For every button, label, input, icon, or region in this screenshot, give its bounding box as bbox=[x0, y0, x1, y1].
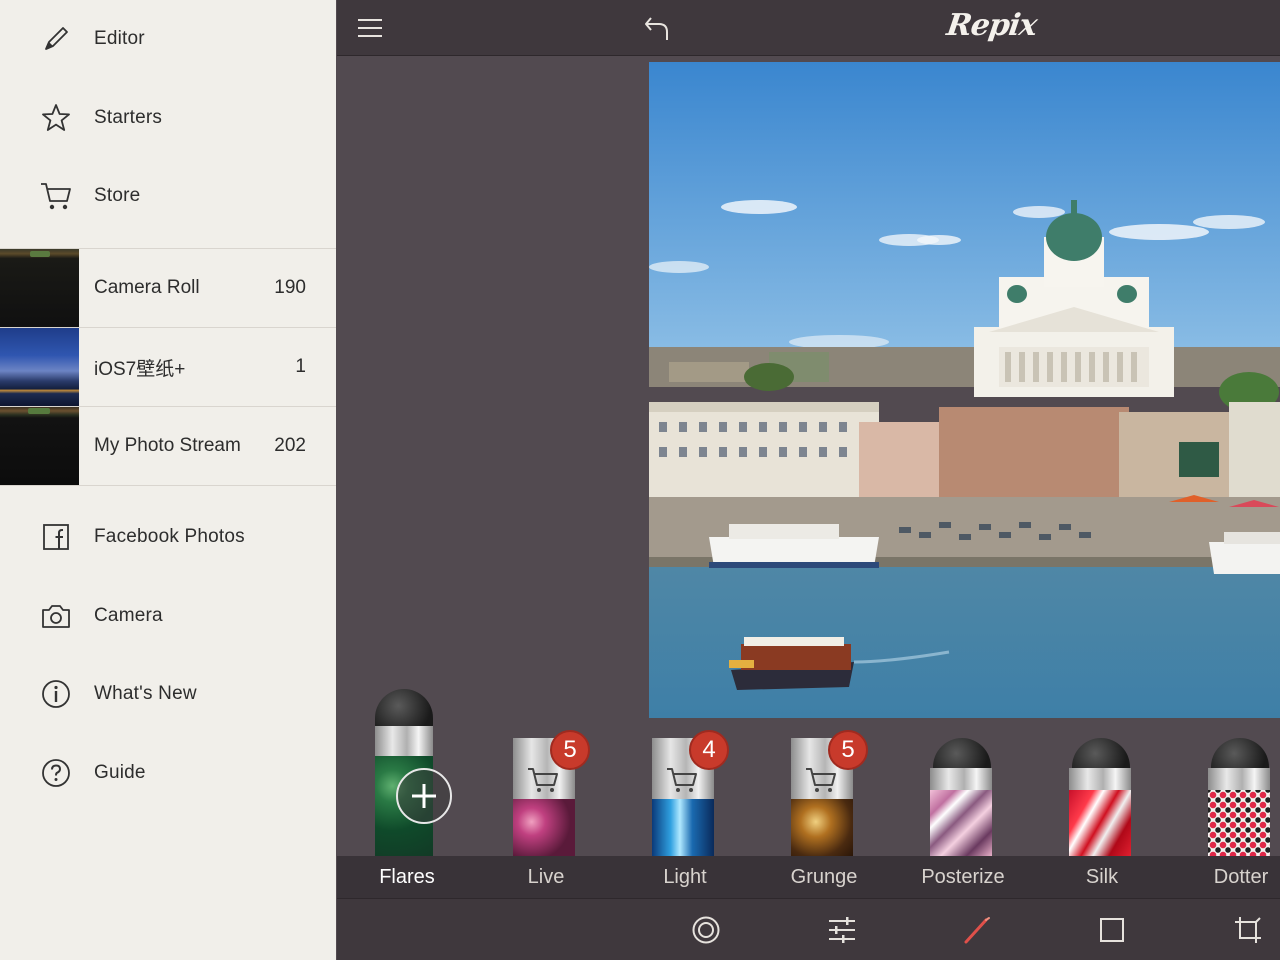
album-label: iOS7壁纸+ bbox=[94, 358, 186, 380]
sidebar-item-starters[interactable]: Starters bbox=[0, 79, 336, 157]
brush-badge: 5 bbox=[828, 730, 868, 770]
album-count: 190 bbox=[274, 277, 306, 298]
brush-shelf: Flares 5 Live 4 Light 5 Grunge Posterize… bbox=[337, 686, 1280, 898]
brush-posterize[interactable]: Posterize bbox=[893, 686, 1033, 898]
sidebar-item-camera[interactable]: Camera bbox=[0, 577, 336, 655]
brush-badge: 4 bbox=[689, 730, 729, 770]
brush-body bbox=[513, 799, 575, 856]
sidebar-item-facebook-photos[interactable]: Facebook Photos bbox=[0, 498, 336, 576]
bottom-toolbar bbox=[337, 898, 1280, 960]
sidebar-item-label: Facebook Photos bbox=[94, 526, 245, 547]
frame-icon[interactable] bbox=[1095, 913, 1129, 947]
sidebar: Editor Starters Store Camera Roll 190 iO… bbox=[0, 0, 336, 960]
brush-label: Posterize bbox=[893, 856, 1033, 898]
album-thumbnail bbox=[0, 328, 79, 406]
sidebar-item-editor[interactable]: Editor bbox=[0, 0, 336, 78]
cart-icon bbox=[38, 178, 74, 214]
app-logo: Repix bbox=[944, 8, 1039, 43]
album-thumbnail bbox=[0, 407, 79, 485]
album-thumbnail bbox=[0, 249, 79, 327]
help-icon bbox=[38, 755, 74, 791]
brush-body bbox=[1069, 790, 1131, 856]
crop-icon[interactable] bbox=[1231, 913, 1265, 947]
brush-body bbox=[652, 799, 714, 856]
top-bar: Repix bbox=[337, 0, 1280, 56]
cart-icon bbox=[526, 766, 562, 799]
brush-light[interactable]: 4 Light bbox=[615, 686, 755, 898]
sidebar-item-label: Guide bbox=[94, 762, 146, 783]
album-count: 202 bbox=[274, 435, 306, 456]
album-list: Camera Roll 190 iOS7壁纸+ 1 My Photo Strea… bbox=[0, 248, 336, 486]
sidebar-item-guide[interactable]: Guide bbox=[0, 734, 336, 812]
brush-label: Live bbox=[476, 856, 616, 898]
brush-flares[interactable]: Flares bbox=[337, 686, 477, 898]
brush-label: Light bbox=[615, 856, 755, 898]
adjust-sliders-icon[interactable] bbox=[825, 913, 859, 947]
brush-icon[interactable] bbox=[960, 913, 994, 947]
brush-silk[interactable]: Silk bbox=[1032, 686, 1172, 898]
sidebar-item-label: What's New bbox=[94, 683, 197, 704]
sidebar-item-label: Starters bbox=[94, 107, 163, 128]
brush-badge: 5 bbox=[550, 730, 590, 770]
brush-body bbox=[1208, 790, 1270, 856]
sidebar-item-label: Store bbox=[94, 185, 141, 206]
undo-icon[interactable] bbox=[642, 14, 672, 44]
album-my-photo-stream[interactable]: My Photo Stream 202 bbox=[0, 407, 336, 486]
brush-body bbox=[791, 799, 853, 856]
photo-canvas[interactable] bbox=[649, 62, 1280, 718]
camera-icon bbox=[38, 598, 74, 634]
album-camera-roll[interactable]: Camera Roll 190 bbox=[0, 249, 336, 328]
brush-dotter[interactable]: Dotter bbox=[1171, 686, 1280, 898]
facebook-icon bbox=[38, 519, 74, 555]
brush-grunge[interactable]: 5 Grunge bbox=[754, 686, 894, 898]
album-label: My Photo Stream bbox=[94, 435, 241, 456]
album-ios7-wallpaper[interactable]: iOS7壁纸+ 1 bbox=[0, 328, 336, 407]
cart-icon bbox=[665, 766, 701, 799]
sidebar-item-whats-new[interactable]: What's New bbox=[0, 655, 336, 733]
album-count: 1 bbox=[295, 356, 306, 377]
vignette-icon[interactable] bbox=[689, 913, 723, 947]
cart-icon bbox=[804, 766, 840, 799]
sidebar-item-label: Camera bbox=[94, 605, 163, 626]
brush-live[interactable]: 5 Live bbox=[476, 686, 616, 898]
brush-label: Dotter bbox=[1171, 856, 1280, 898]
add-brush-icon[interactable] bbox=[396, 768, 452, 824]
pencil-icon bbox=[38, 21, 74, 57]
sidebar-item-store[interactable]: Store bbox=[0, 157, 336, 235]
brush-label: Silk bbox=[1032, 856, 1172, 898]
sidebar-item-label: Editor bbox=[94, 28, 145, 49]
photo-image bbox=[649, 62, 1280, 718]
brush-label: Flares bbox=[337, 856, 477, 898]
album-label: Camera Roll bbox=[94, 277, 200, 298]
star-icon bbox=[38, 100, 74, 136]
info-icon bbox=[38, 676, 74, 712]
brush-body bbox=[930, 790, 992, 856]
hamburger-icon[interactable] bbox=[357, 16, 383, 40]
brush-label: Grunge bbox=[754, 856, 894, 898]
